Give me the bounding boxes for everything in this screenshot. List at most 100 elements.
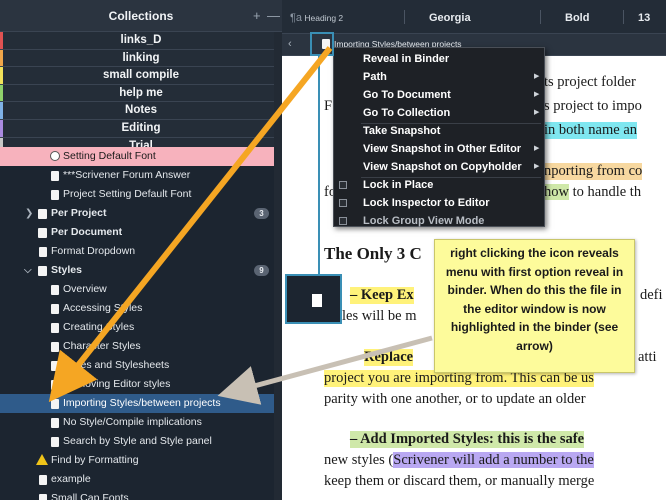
binder-item[interactable]: Format Dropdown [0,242,282,261]
binder-item[interactable]: Character Styles [0,337,282,356]
font-family-select[interactable]: Georgia [429,12,471,24]
document-icon [51,361,59,371]
folder-icon [38,266,47,276]
collection-tab[interactable]: help me [0,84,282,103]
menu-item-label: View Snapshot in Other Editor [363,143,522,155]
collection-label: Editing [121,121,161,134]
binder-item[interactable]: ❯ Per Project 3 [0,204,282,223]
chevron-down-icon[interactable]: ⌵ [24,261,32,280]
chevron-left-icon[interactable]: ‹ [288,38,292,50]
document-icon [51,342,59,352]
menu-item-path[interactable]: Path ▶ [334,68,544,86]
menu-item-lock-in-place[interactable]: Lock in Place [334,176,544,194]
menu-item-lock-group-view[interactable]: Lock Group View Mode [334,212,544,230]
binder-item[interactable]: Per Document [0,223,282,242]
collections-header: Collections + — [0,0,282,32]
collection-label: linking [122,51,160,64]
chevron-right-icon[interactable]: ❯ [25,204,33,223]
binder-item[interactable]: ***Scrivener Forum Answer [0,166,282,185]
menu-item-reveal-in-binder[interactable]: Reveal in Binder [334,50,544,68]
submenu-arrow-icon: ▶ [534,73,540,80]
collection-tab[interactable]: Editing [0,119,282,138]
collection-label: links_D [120,34,162,46]
document-icon [39,494,47,500]
menu-item-label: Lock Inspector to Editor [363,197,490,209]
document-icon [312,294,322,307]
menu-item-go-to-document[interactable]: Go To Document ▶ [334,86,544,104]
text-line: how to handle th [544,184,641,201]
font-weight-select[interactable]: Bold [565,12,589,24]
binder-item[interactable]: Search by Style and Style panel [0,432,282,451]
child-count-badge: 3 [254,208,269,219]
collection-label: Notes [125,104,157,117]
format-bar: ¶a Heading 2 Georgia Bold 13 [282,0,666,34]
text-line: new styles (Scrivener will add a number … [324,452,594,469]
binder-item[interactable]: Creating Styles [0,318,282,337]
binder-item-label: Overview [63,283,107,295]
document-icon [51,190,59,200]
binder-item[interactable]: Removing Editor styles [0,375,282,394]
paragraph-style-select[interactable]: ¶a Heading 2 [290,12,343,24]
binder-item[interactable]: ⌵ Styles 9 [0,261,282,280]
collection-tab[interactable]: Notes [0,102,282,120]
binder-item-label: Find by Formatting [51,454,139,466]
icon-highlight-frame [310,32,334,56]
menu-item-lock-inspector[interactable]: Lock Inspector to Editor [334,194,544,212]
binder-item[interactable]: Setting Default Font [0,147,282,166]
menu-item-view-snapshot-copyholder[interactable]: View Snapshot on Copyholder ▶ [334,158,544,176]
section-heading: The Only 3 C [324,244,422,263]
divider [623,10,624,24]
document-icon [51,171,59,181]
binder-item-label: Accessing Styles [63,302,143,314]
text-line: atti [638,349,657,365]
text-line: F [324,98,333,114]
document-icon [51,380,59,390]
binder-item[interactable]: Accessing Styles [0,299,282,318]
callout-connector [318,56,320,274]
context-menu: Reveal in Binder Path ▶ Go To Document ▶ G… [333,47,545,227]
menu-item-label: Take Snapshot [363,125,441,137]
binder-item[interactable]: No Style/Compile implications [0,413,282,432]
paragraph-style-value: Heading 2 [304,13,344,23]
binder-item-label: Per Document [51,226,123,238]
menu-item-go-to-collection[interactable]: Go To Collection ▶ [334,104,544,122]
binder-item-label: No Style/Compile implications [63,416,202,428]
menu-item-label: Path [363,71,387,83]
binder-item[interactable]: Project Setting Default Font [0,185,282,204]
collection-tab[interactable]: small compile [0,67,282,85]
submenu-arrow-icon: ▶ [534,91,540,98]
binder-item[interactable]: Styles and Stylesheets [0,356,282,375]
binder-tree: Setting Default Font ***Scrivener Forum … [0,147,282,500]
binder-item-selected[interactable]: Importing Styles/between projects [0,394,282,413]
document-icon [39,475,47,485]
binder-item[interactable]: Find by Formatting [0,451,282,470]
circle-icon [50,151,60,161]
checkbox-icon [339,199,347,207]
menu-item-take-snapshot[interactable]: Take Snapshot [334,122,544,140]
collection-tab[interactable]: links_D [0,32,282,50]
collection-color-stripe [0,102,3,119]
add-collection-button[interactable]: + [253,8,261,23]
folder-icon [38,228,47,238]
collection-tab[interactable]: linking [0,49,282,68]
binder-item[interactable]: Small Cap Fonts [0,489,282,500]
collection-color-stripe [0,32,3,49]
highlighted-text: Scrivener will add a number to the [393,452,594,468]
divider [540,10,541,24]
document-icon [51,437,59,447]
binder-item-label: Format Dropdown [51,245,136,257]
remove-collection-button[interactable]: — [267,8,280,23]
text-line: nporting from co [544,163,643,180]
binder-scrollbar[interactable] [274,32,282,500]
text-line: Replace [364,349,414,366]
collection-color-stripe [0,49,3,67]
menu-item-view-snapshot-other-editor[interactable]: View Snapshot in Other Editor ▶ [334,140,544,158]
font-size-select[interactable]: 13 [638,12,650,24]
binder-item[interactable]: example [0,470,282,489]
binder-item-label: Creating Styles [63,321,135,333]
binder-item-label: Removing Editor styles [63,378,171,390]
checkbox-icon [339,217,347,225]
divider [404,10,405,24]
binder-item-label: Importing Styles/between projects [63,397,221,409]
binder-item[interactable]: Overview [0,280,282,299]
